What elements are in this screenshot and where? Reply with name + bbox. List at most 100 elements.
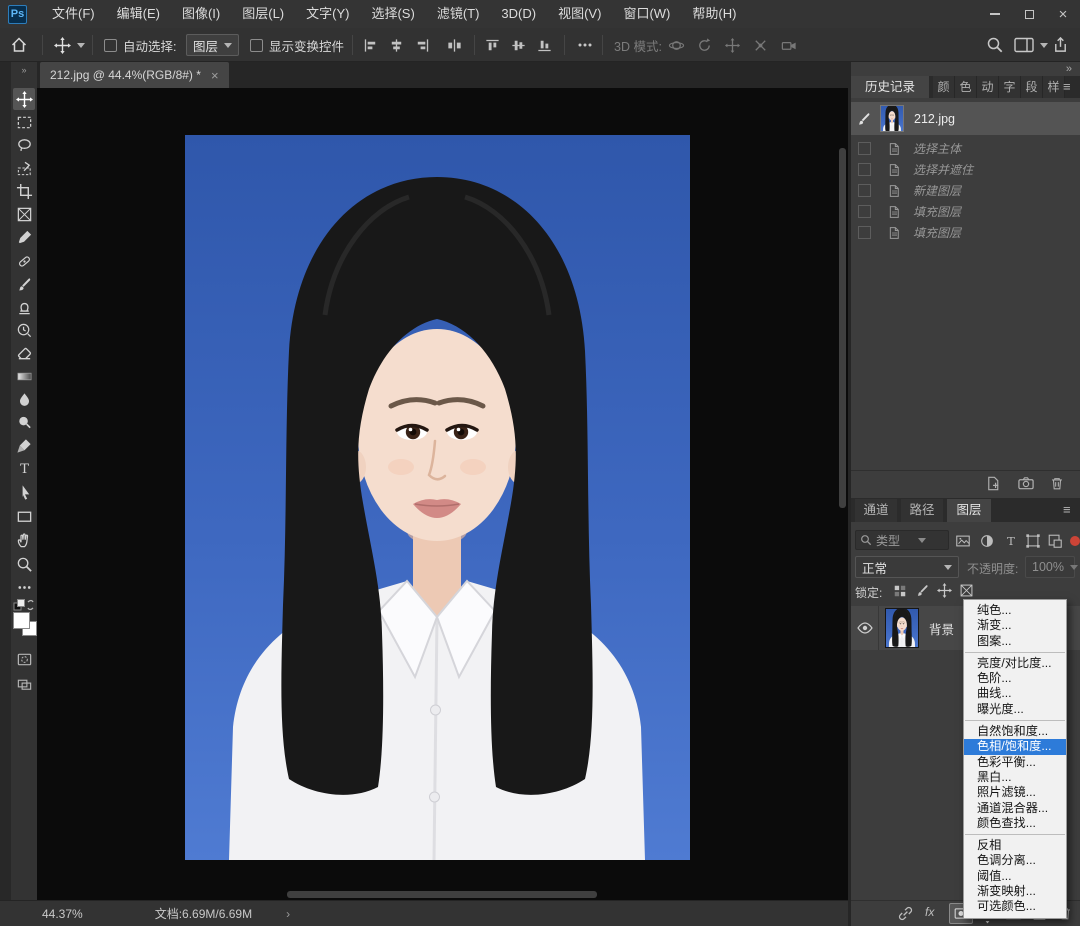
tab-styles-collapsed[interactable]: 样 [1043, 76, 1065, 98]
delete-state-button[interactable] [1049, 475, 1065, 492]
blend-mode-dropdown[interactable]: 正常 [855, 556, 959, 578]
filter-pixel-layers-button[interactable] [955, 533, 971, 549]
close-button[interactable]: × [1046, 0, 1080, 28]
screen-mode-button[interactable] [13, 673, 35, 695]
menu-view[interactable]: 视图(V) [547, 0, 612, 28]
menu-item-pattern[interactable]: 图案... [964, 634, 1066, 649]
menu-type[interactable]: 文字(Y) [295, 0, 360, 28]
lasso-tool[interactable] [13, 134, 35, 156]
share-button[interactable] [1052, 28, 1069, 62]
rectangular-marquee-tool[interactable] [13, 111, 35, 133]
menu-item-color-balance[interactable]: 色彩平衡... [964, 755, 1066, 770]
eraser-tool[interactable] [13, 342, 35, 364]
layer-thumbnail[interactable] [885, 608, 919, 648]
hand-tool[interactable] [13, 529, 35, 551]
menu-item-color-lookup[interactable]: 颜色查找... [964, 816, 1066, 831]
3d-orbit-button[interactable] [668, 28, 685, 62]
tools-collapse-button[interactable]: » [11, 62, 37, 78]
lock-position-button[interactable] [937, 583, 952, 598]
menu-item-selective-color[interactable]: 可选颜色... [964, 899, 1066, 914]
maximize-button[interactable] [1012, 0, 1046, 28]
history-source-well[interactable] [858, 184, 871, 197]
filter-shape-layers-button[interactable] [1025, 533, 1041, 549]
history-source-well[interactable] [858, 163, 871, 176]
menu-item-gradient-map[interactable]: 渐变映射... [964, 884, 1066, 899]
move-tool[interactable] [13, 88, 35, 110]
filter-adjustment-layers-button[interactable] [979, 533, 995, 549]
tab-paths[interactable]: 路径 [901, 499, 943, 522]
minimize-button[interactable] [978, 0, 1012, 28]
lock-transparent-pixels-button[interactable] [893, 584, 907, 598]
tab-channels[interactable]: 通道 [855, 499, 897, 522]
3d-roll-button[interactable] [696, 28, 713, 62]
path-selection-tool[interactable] [13, 481, 35, 503]
tab-close-icon[interactable]: × [211, 68, 219, 83]
rectangle-tool[interactable] [13, 505, 35, 527]
menu-window[interactable]: 窗口(W) [612, 0, 681, 28]
align-left-button[interactable] [362, 28, 379, 62]
menu-item-photo-filter[interactable]: 照片滤镜... [964, 785, 1066, 800]
menu-edit[interactable]: 编辑(E) [106, 0, 171, 28]
lock-image-pixels-button[interactable] [915, 583, 930, 598]
panel-menu-icon[interactable]: ≡ [1063, 502, 1071, 517]
menu-item-hue-saturation[interactable]: 色相/饱和度... [964, 739, 1066, 754]
opacity-field[interactable]: 100% [1025, 556, 1075, 578]
history-source-well[interactable] [858, 226, 871, 239]
tab-character-collapsed[interactable]: 字 [999, 76, 1021, 98]
align-middle-v-button[interactable] [510, 28, 527, 62]
zoom-tool[interactable] [13, 553, 35, 575]
type-tool[interactable]: T [13, 457, 35, 479]
brush-tool[interactable] [13, 273, 35, 295]
align-center-h-button[interactable] [388, 28, 405, 62]
menu-item-vibrance[interactable]: 自然饱和度... [964, 724, 1066, 739]
new-snapshot-button[interactable] [1017, 475, 1035, 492]
crop-tool[interactable] [13, 180, 35, 202]
filter-type-layers-button[interactable]: T [1003, 533, 1019, 549]
dodge-tool[interactable] [13, 411, 35, 433]
canvas-area[interactable] [37, 88, 848, 900]
menu-item-channel-mixer[interactable]: 通道混合器... [964, 801, 1066, 816]
edit-toolbar-button[interactable] [13, 576, 35, 598]
menu-item-brightness-contrast[interactable]: 亮度/对比度... [964, 656, 1066, 671]
layer-style-button[interactable]: fx [925, 905, 934, 919]
zoom-level-field[interactable]: 44.37% [42, 907, 83, 921]
horizontal-scrollbar[interactable] [287, 891, 597, 898]
vertical-scrollbar[interactable] [839, 148, 846, 508]
panel-menu-icon[interactable]: ≡ [1063, 79, 1071, 94]
search-button[interactable] [986, 28, 1004, 62]
history-brush-source-icon[interactable] [856, 111, 872, 127]
layer-visibility-toggle[interactable] [851, 606, 879, 650]
menu-filter[interactable]: 滤镜(T) [426, 0, 491, 28]
document-tab[interactable]: 212.jpg @ 44.4%(RGB/8#) * × [40, 62, 229, 88]
new-document-from-state-button[interactable] [985, 475, 1002, 492]
menu-item-solid-color[interactable]: 纯色... [964, 603, 1066, 618]
layer-filter-dropdown[interactable]: 类型 [855, 530, 949, 550]
spot-healing-brush-tool[interactable] [13, 250, 35, 272]
align-right-button[interactable] [414, 28, 431, 62]
menu-layer[interactable]: 图层(L) [231, 0, 295, 28]
3d-slide-button[interactable] [752, 28, 769, 62]
workspace-switcher[interactable] [1014, 28, 1048, 62]
auto-select-checkbox[interactable] [104, 39, 117, 52]
photo-document[interactable] [185, 135, 690, 860]
menu-file[interactable]: 文件(F) [41, 0, 106, 28]
frame-tool[interactable] [13, 203, 35, 225]
clone-stamp-tool[interactable] [13, 296, 35, 318]
history-snapshot-row[interactable]: 212.jpg [851, 102, 1080, 135]
link-layers-button[interactable] [897, 905, 914, 922]
history-state-row[interactable]: 填充图层 [851, 201, 1080, 222]
3d-camera-button[interactable] [780, 28, 798, 62]
filter-smart-objects-button[interactable] [1047, 533, 1063, 549]
more-align-options-button[interactable] [576, 28, 594, 62]
menu-help[interactable]: 帮助(H) [681, 0, 747, 28]
menu-item-posterize[interactable]: 色调分离... [964, 853, 1066, 868]
align-top-button[interactable] [484, 28, 501, 62]
lock-artboard-button[interactable] [959, 583, 974, 598]
history-source-well[interactable] [858, 142, 871, 155]
eyedropper-tool[interactable] [13, 226, 35, 248]
history-state-row[interactable]: 选择并遮住 [851, 159, 1080, 180]
menu-item-exposure[interactable]: 曝光度... [964, 702, 1066, 717]
distribute-h-button[interactable] [446, 28, 463, 62]
tab-layers[interactable]: 图层 [947, 499, 991, 522]
tab-paragraph-collapsed[interactable]: 段 [1021, 76, 1043, 98]
